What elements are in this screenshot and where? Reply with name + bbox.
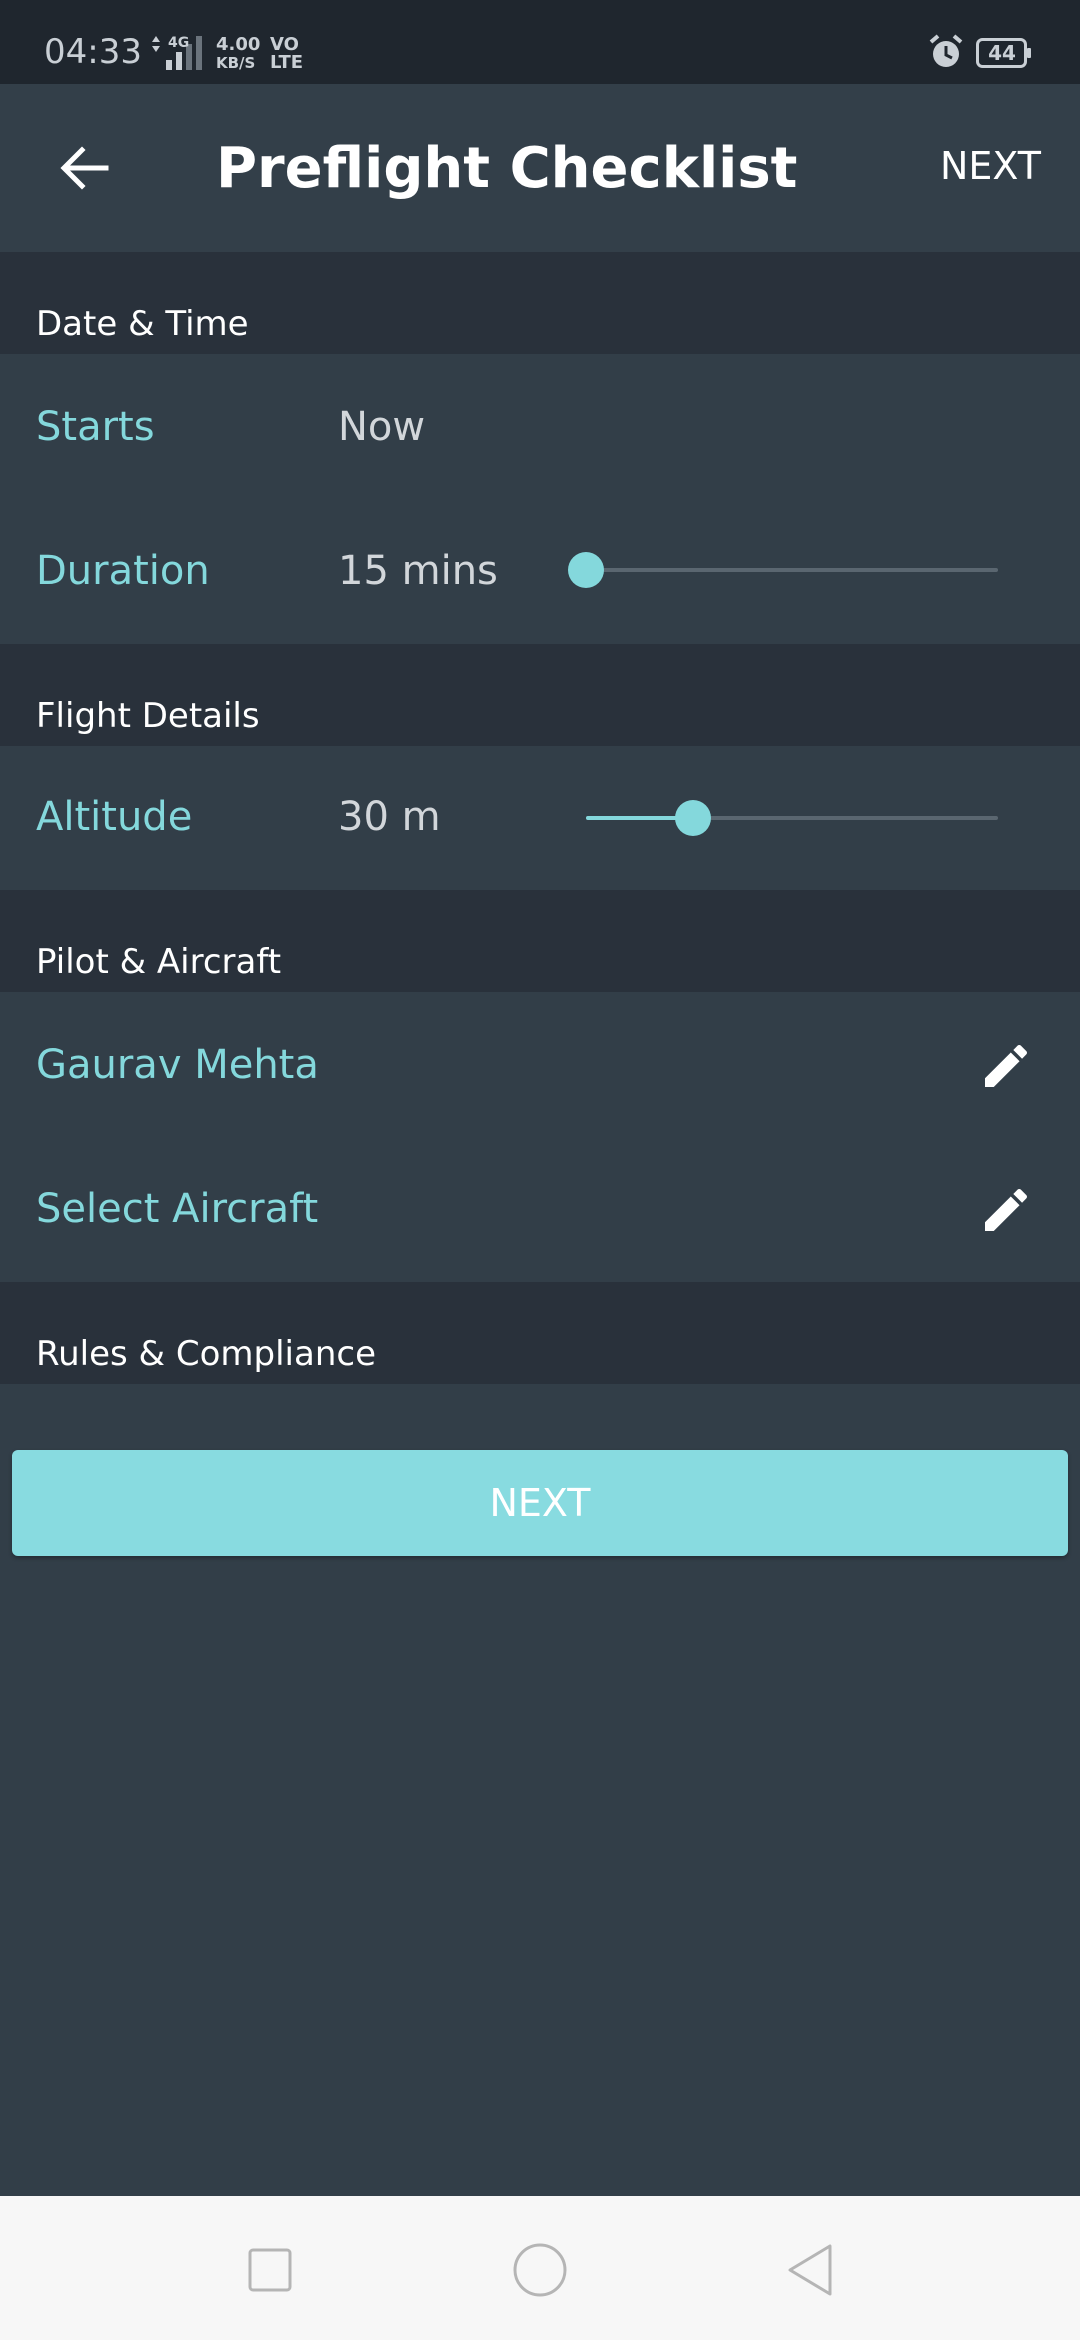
edit-aircraft-pencil-icon[interactable] — [978, 1182, 1034, 1238]
toolbar-next-button[interactable]: NEXT — [940, 144, 1041, 188]
volte-bottom: LTE — [270, 52, 304, 73]
alarm-icon — [929, 34, 963, 67]
section-header-rules-compliance: Rules & Compliance — [0, 1282, 1080, 1384]
section-title-date-time: Date & Time — [36, 304, 249, 344]
speed-value: 4.00 — [216, 34, 261, 55]
section-title-flight-details: Flight Details — [36, 696, 260, 736]
volte-indicator: VO LTE — [270, 36, 303, 72]
speed-unit: KB/S — [216, 54, 256, 72]
duration-slider-track[interactable] — [586, 568, 998, 572]
section-header-pilot-aircraft: Pilot & Aircraft — [0, 890, 1080, 992]
edit-pilot-pencil-icon[interactable] — [978, 1038, 1034, 1094]
duration-slider-thumb[interactable] — [568, 552, 604, 588]
network-type: 4G — [168, 35, 190, 51]
network-speed: 4.00 KB/S — [216, 34, 261, 73]
duration-slider[interactable] — [568, 552, 998, 588]
altitude-value: 30 m — [338, 794, 441, 840]
select-aircraft[interactable]: Select Aircraft — [36, 1186, 318, 1232]
starts-value[interactable]: Now — [338, 404, 425, 450]
starts-label[interactable]: Starts — [36, 404, 155, 450]
home-circle-icon[interactable] — [512, 2242, 568, 2298]
back-triangle-icon[interactable] — [782, 2242, 838, 2298]
status-time: 04:33 — [44, 32, 142, 72]
altitude-label: Altitude — [36, 794, 193, 840]
altitude-slider[interactable] — [586, 800, 998, 836]
page-title: Preflight Checklist — [216, 136, 798, 201]
altitude-slider-thumb[interactable] — [675, 800, 712, 836]
section-title-pilot-aircraft: Pilot & Aircraft — [36, 942, 282, 982]
section-title-rules-compliance: Rules & Compliance — [36, 1334, 376, 1374]
section-header-flight-details: Flight Details — [0, 644, 1080, 746]
battery-level: 44 — [988, 41, 1016, 65]
recents-square-icon[interactable] — [242, 2242, 298, 2298]
duration-value: 15 mins — [338, 548, 498, 594]
pilot-name[interactable]: Gaurav Mehta — [36, 1042, 319, 1088]
section-header-date-time: Date & Time — [0, 252, 1080, 354]
next-button[interactable]: NEXT — [12, 1450, 1068, 1556]
duration-label: Duration — [36, 548, 210, 594]
arrow-back-icon[interactable] — [56, 140, 112, 196]
